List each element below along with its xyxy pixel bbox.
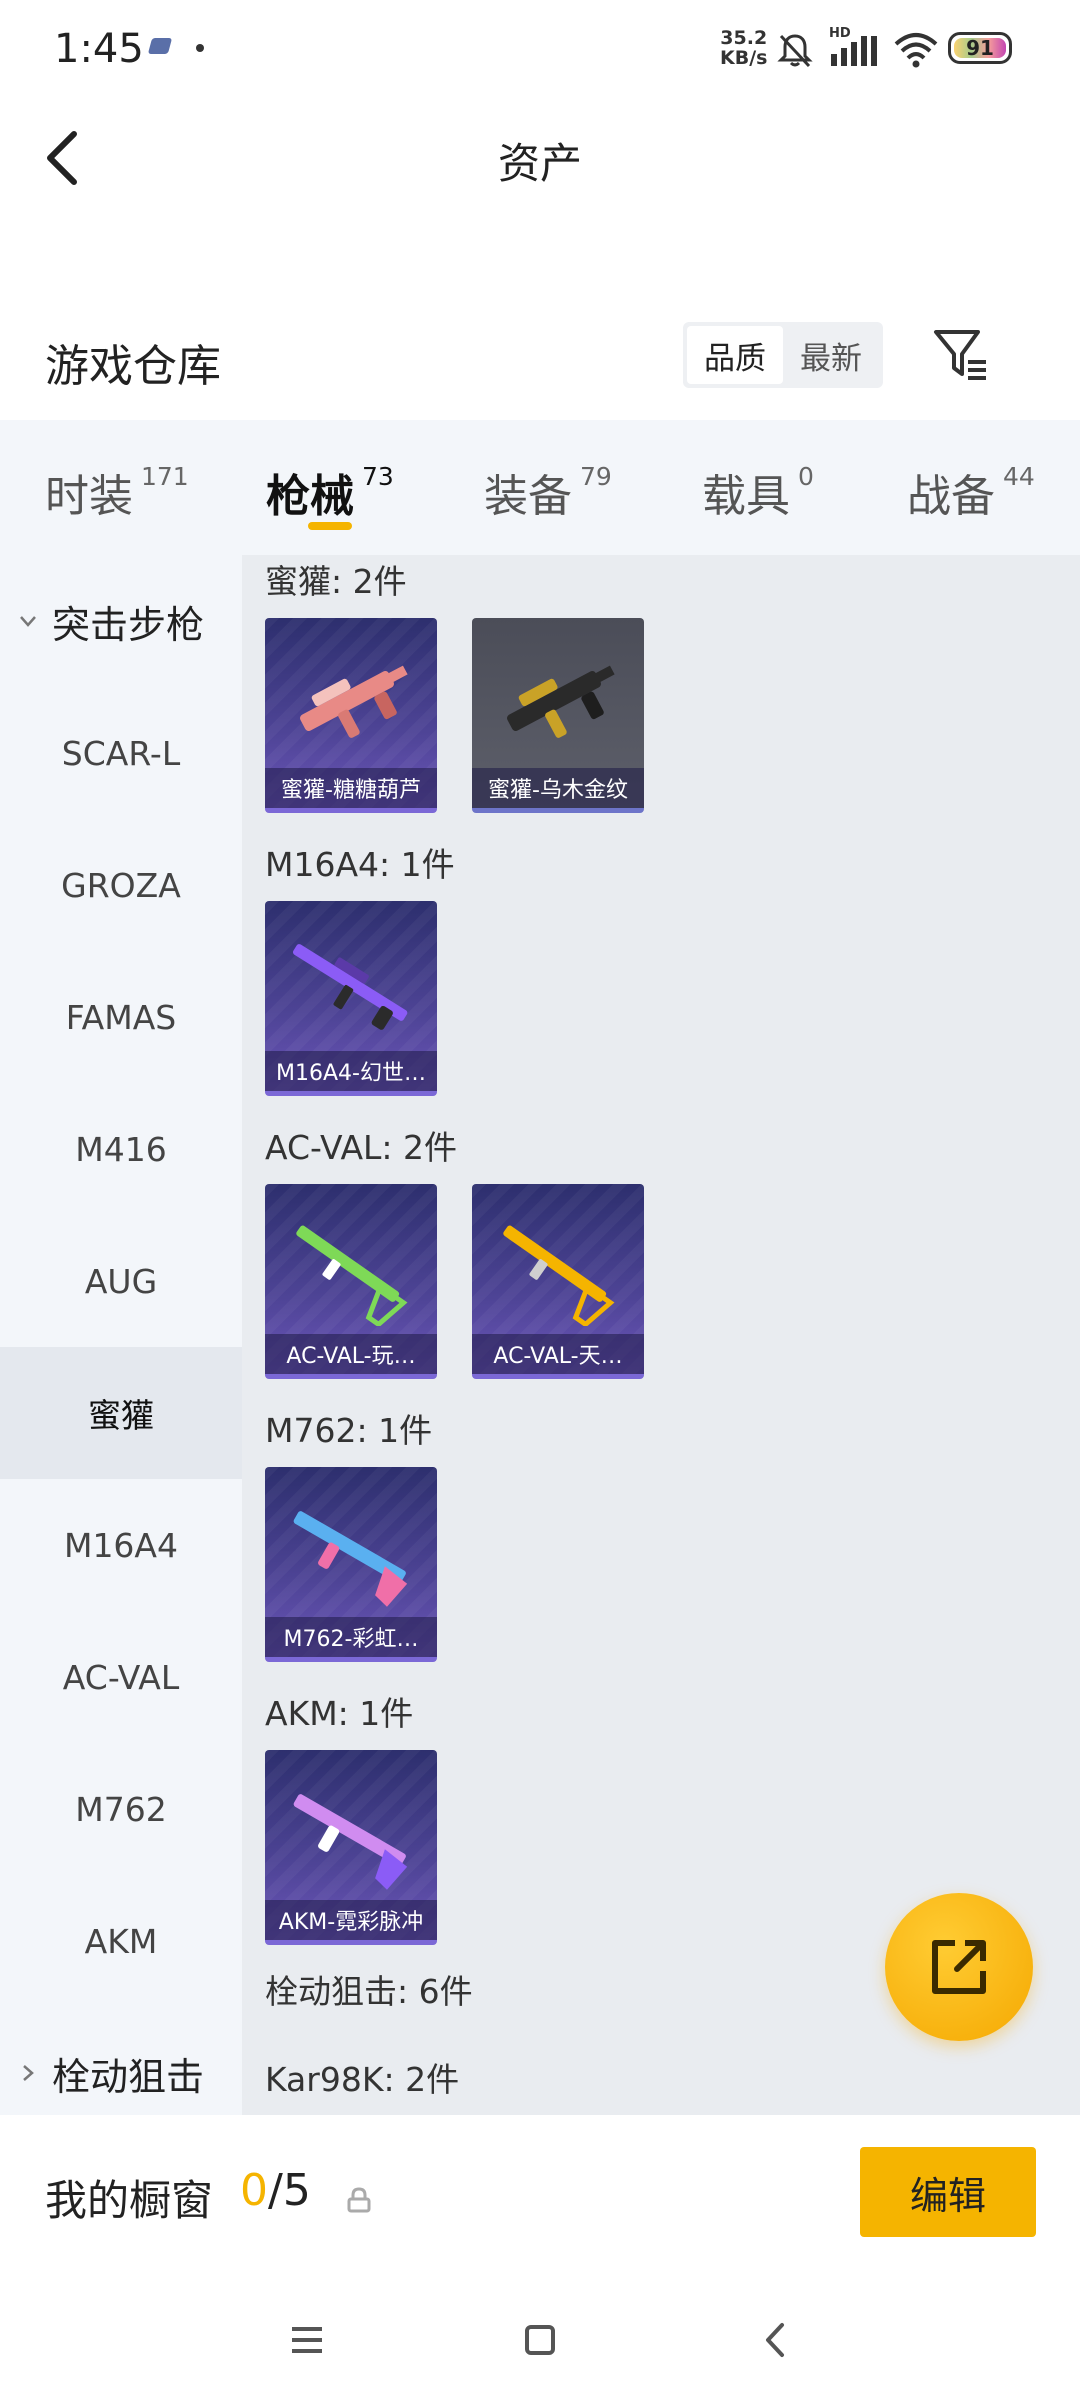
tab-vehicles[interactable]: 载具 0 [702, 460, 814, 524]
weapon-card[interactable]: M16A4-幻世… [265, 901, 437, 1096]
tab-count: 44 [1003, 462, 1035, 491]
tab-supplies[interactable]: 战备 44 [907, 460, 1035, 524]
system-nav-bar [0, 2275, 1080, 2400]
sidebar-item-honey-badger[interactable]: 蜜獾 [0, 1347, 242, 1479]
sort-toggle: 品质 最新 [683, 322, 883, 388]
chevron-down-icon [20, 616, 36, 627]
sidebar-item-aug[interactable]: AUG [0, 1215, 242, 1347]
weapon-image [293, 1794, 408, 1890]
page-title: 资产 [497, 139, 582, 188]
tab-count: 171 [141, 462, 189, 491]
weapon-type-sidebar: 突击步枪 SCAR-L GROZA FAMAS M416 AUG 蜜獾 M16A… [0, 555, 242, 2115]
weapon-card-label: 蜜獾-糖糖葫芦 [265, 768, 437, 808]
filter-icon[interactable] [930, 324, 990, 384]
showcase-count-total: /5 [268, 2165, 311, 2216]
weapon-image [300, 665, 408, 738]
warehouse-header: 游戏仓库 品质 最新 [0, 300, 1080, 410]
tab-count: 0 [798, 462, 814, 491]
status-time: 1:45 [54, 26, 144, 72]
network-speed-value: 35.2 [720, 27, 768, 49]
weapon-card-label: AC-VAL-玩… [265, 1334, 437, 1374]
weapon-image [292, 944, 408, 1030]
weapon-card[interactable]: AC-VAL-天… [472, 1184, 644, 1379]
weapon-image [296, 1225, 408, 1326]
sort-option-quality[interactable]: 品质 [687, 326, 783, 384]
weapon-list: 蜜獾: 2件 蜜獾-糖糖葫芦 蜜獾-乌木金纹 M16A4: 1件 M16A4-幻… [242, 555, 1080, 2115]
sidebar-group-label: 突击步枪 [52, 602, 205, 647]
wifi-icon [894, 33, 938, 68]
sidebar-item-akm[interactable]: AKM [0, 1875, 242, 2007]
group-title: M762: 1件 [265, 1411, 433, 1450]
group-title: AKM: 1件 [265, 1694, 414, 1733]
weapon-card[interactable]: AKM-霓彩脉冲 [265, 1750, 437, 1945]
status-icons: HD [775, 26, 939, 72]
weapon-image [293, 1511, 408, 1607]
showcase-label: 我的橱窗 [45, 2176, 214, 2225]
tab-firearms[interactable]: 枪械 73 [266, 460, 394, 524]
weapon-card-label: 蜜獾-乌木金纹 [472, 768, 644, 808]
edit-button[interactable]: 编辑 [860, 2147, 1036, 2237]
sidebar-group-label: 栓动狙击 [52, 2054, 205, 2099]
sidebar-item-m16a4[interactable]: M16A4 [0, 1479, 242, 1611]
tab-label: 时装 [45, 471, 133, 522]
back-nav-icon[interactable] [752, 2315, 802, 2365]
sidebar-item-m762[interactable]: M762 [0, 1743, 242, 1875]
weapon-card[interactable]: 蜜獾-糖糖葫芦 [265, 618, 437, 813]
tab-label: 装备 [484, 471, 572, 522]
battery-level: 91 [966, 36, 994, 60]
sidebar-group-assault-rifles[interactable]: 突击步枪 [0, 555, 242, 687]
showcase-count-current: 0 [240, 2165, 268, 2216]
sidebar-group-bolt-action[interactable]: 栓动狙击 [0, 2007, 242, 2115]
showcase-bar: 我的橱窗 0/5 编辑 [0, 2115, 1080, 2275]
sidebar-item-m416[interactable]: M416 [0, 1083, 242, 1215]
sidebar-item-famas[interactable]: FAMAS [0, 951, 242, 1083]
tab-equipment[interactable]: 装备 79 [484, 460, 612, 524]
battery-icon: 91 [948, 32, 1012, 64]
network-speed: 35.2 KB/s [720, 28, 767, 68]
group-title: AC-VAL: 2件 [265, 1128, 458, 1167]
tab-label: 枪械 [266, 471, 354, 522]
share-button[interactable] [885, 1893, 1033, 2041]
category-tabs: 时装 171 枪械 73 装备 79 载具 0 战备 44 [0, 420, 1080, 555]
lock-icon [347, 2187, 371, 2213]
showcase-count: 0/5 [240, 2165, 311, 2216]
sidebar-item-ac-val[interactable]: AC-VAL [0, 1611, 242, 1743]
chevron-right-icon [23, 2065, 34, 2081]
group-title: M16A4: 1件 [265, 845, 455, 884]
share-icon [932, 1940, 986, 1994]
weapon-card[interactable]: M762-彩虹… [265, 1467, 437, 1662]
notification-dot-icon [196, 44, 204, 52]
weapon-image [503, 1225, 615, 1326]
weapon-card-label: AC-VAL-天… [472, 1334, 644, 1374]
notification-app-icon [147, 38, 173, 54]
sidebar-item-scar-l[interactable]: SCAR-L [0, 687, 242, 819]
group-title-kar98k: Kar98K: 2件 [265, 2060, 460, 2099]
weapon-card-label: AKM-霓彩脉冲 [265, 1900, 437, 1940]
mute-icon [777, 34, 813, 68]
status-bar: 1:45 35.2 KB/s HD 91 [0, 0, 1080, 100]
weapon-image [507, 665, 615, 738]
tab-fashion[interactable]: 时装 171 [45, 460, 189, 524]
menu-icon[interactable] [282, 2315, 332, 2365]
sort-option-newest[interactable]: 最新 [783, 326, 879, 384]
signal-icon: HD [829, 26, 879, 70]
tab-label: 载具 [702, 471, 790, 522]
weapon-card[interactable]: AC-VAL-玩… [265, 1184, 437, 1379]
weapon-card[interactable]: 蜜獾-乌木金纹 [472, 618, 644, 813]
tab-count: 79 [580, 462, 612, 491]
sidebar-item-groza[interactable]: GROZA [0, 819, 242, 951]
tab-count: 73 [362, 462, 394, 491]
active-tab-indicator [308, 522, 352, 530]
tab-label: 战备 [907, 471, 995, 522]
weapon-card-label: M16A4-幻世… [265, 1051, 437, 1091]
warehouse-title: 游戏仓库 [45, 341, 221, 392]
header: 资产 [0, 100, 1080, 210]
network-speed-unit: KB/s [720, 47, 768, 69]
home-icon[interactable] [515, 2315, 565, 2365]
group-title-bolt-action: 栓动狙击: 6件 [265, 1972, 473, 2011]
group-title: 蜜獾: 2件 [265, 562, 407, 601]
weapon-card-label: M762-彩虹… [265, 1617, 437, 1657]
